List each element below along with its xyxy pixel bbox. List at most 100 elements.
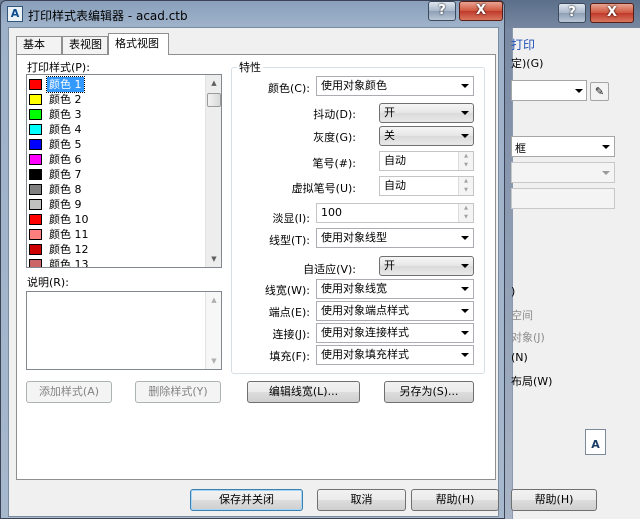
adaptive-select[interactable]: 开 [379,256,474,276]
fill-style-select[interactable]: 使用对象填充样式 [316,345,474,365]
cancel-button[interactable]: 取消 [317,489,406,511]
background-help-button[interactable]: ? [558,3,586,23]
plot-style-label: 颜色 9 [49,198,82,211]
scroll-up-icon[interactable]: ▲ [206,75,221,91]
plot-style-label: 颜色 5 [49,138,82,151]
chevron-down-icon [461,353,469,357]
color-swatch [29,79,42,90]
color-swatch [29,109,42,120]
plot-style-label: 颜色 2 [49,93,82,106]
color-swatch [29,214,42,225]
chevron-down-icon [461,111,469,115]
linetype-label: 线型(T): [268,234,310,247]
add-style-button[interactable]: 添加样式(A) [26,381,112,403]
autocad-app-icon: A [7,6,23,22]
description-textarea[interactable]: ▲ ▼ [26,291,222,370]
background-row1-label: 定)(G) [511,57,544,70]
plot-style-item[interactable]: 颜色 11 [29,227,205,242]
background-dropdown-1[interactable] [511,80,587,101]
save-and-close-button[interactable]: 保存并关闭 [190,489,303,511]
virtual-pen-value: 自动 [384,179,406,192]
background-option-a[interactable]: ) [511,285,515,298]
save-as-button[interactable]: 另存为(S)... [384,381,474,403]
background-dropdown-2[interactable]: 框 [511,136,615,157]
background-option-d[interactable]: (N) [511,351,528,364]
pen-number-value: 自动 [384,154,406,167]
screening-spinner[interactable]: 100 ▲ ▼ [316,203,474,223]
plot-style-item[interactable]: 颜色 3 [29,107,205,122]
plot-style-label: 颜色 4 [49,123,82,136]
plot-style-item[interactable]: 颜色 4 [29,122,205,137]
close-title-button[interactable]: X [459,1,503,21]
scroll-down-icon: ▼ [211,357,217,365]
screening-spin-buttons[interactable]: ▲ ▼ [458,204,473,222]
lineweight-select[interactable]: 使用对象线宽 [316,279,474,299]
plot-style-item[interactable]: 颜色 5 [29,137,205,152]
chevron-down-icon [461,331,469,335]
plot-style-item[interactable]: 颜色 10 [29,212,205,227]
plot-style-item[interactable]: 颜色 6 [29,152,205,167]
chevron-down-icon [461,287,469,291]
pen-number-label: 笔号(#): [312,157,356,170]
line-join-select[interactable]: 使用对象连接样式 [316,323,474,343]
plot-style-item[interactable]: 颜色 9 [29,197,205,212]
help-button[interactable]: 帮助(H) [411,489,499,511]
screening-value: 100 [321,206,342,219]
line-end-select-value: 使用对象端点样式 [321,304,409,317]
plot-style-item[interactable]: 颜色 13 [29,257,205,267]
pencil-edit-icon[interactable]: ✎ [590,82,609,101]
background-option-e[interactable]: 布局(W) [511,373,552,389]
plot-style-item[interactable]: 颜色 1 [29,76,205,93]
dither-select-value: 开 [384,106,395,119]
dither-select[interactable]: 开 [379,103,474,123]
tab-table-view[interactable]: 表视图 [62,36,108,54]
plot-style-item[interactable]: 颜色 8 [29,182,205,197]
chevron-down-icon [461,84,469,88]
virtual-pen-spinner[interactable]: 自动 ▲ ▼ [379,176,474,196]
plot-style-label: 颜色 1 [46,76,85,93]
background-dropdown-2-value: 框 [515,142,526,155]
pen-number-spinner[interactable]: 自动 ▲ ▼ [379,151,474,171]
plot-style-label: 颜色 6 [49,153,82,166]
scroll-down-icon[interactable]: ▼ [206,251,221,267]
color-label: 颜色(C): [268,82,310,95]
plot-styles-scrollbar[interactable]: ▲ ▼ [205,75,221,267]
help-title-button[interactable]: ? [428,1,456,21]
background-close-button[interactable]: X [590,3,634,23]
plot-styles-list[interactable]: 颜色 1 颜色 2 颜色 3 颜色 4 颜色 5 颜色 6 颜色 7 颜色 8 颜色 9 颜色 1… [26,74,222,268]
color-select-value: 使用对象颜色 [321,79,387,92]
description-scrollbar: ▲ ▼ [205,292,221,369]
lineweight-label: 线宽(W): [264,284,310,297]
properties-group-title: 特性 [237,59,263,75]
line-end-label: 端点(E): [268,306,310,319]
color-swatch [29,124,42,135]
tab-form-view[interactable]: 格式视图 [108,33,169,55]
plot-style-item[interactable]: 颜色 7 [29,167,205,182]
background-help-button-bottom[interactable]: 帮助(H) [511,489,597,511]
chevron-down-icon [461,236,469,240]
grayscale-select[interactable]: 关 [379,126,474,146]
plot-style-item[interactable]: 颜色 12 [29,242,205,257]
grayscale-select-value: 关 [384,129,395,142]
color-swatch [29,169,42,180]
plot-style-label: 颜色 11 [49,228,89,241]
background-dialog-client [512,28,640,519]
linetype-select[interactable]: 使用对象线型 [316,228,474,248]
plot-style-item[interactable]: 颜色 2 [29,92,205,107]
color-select[interactable]: 使用对象颜色 [316,76,474,96]
edit-lineweights-button[interactable]: 编辑线宽(L)... [247,381,360,403]
delete-style-button[interactable]: 删除样式(Y) [135,381,221,403]
window-title: 打印样式表编辑器 - acad.ctb [28,9,188,23]
tab-general[interactable]: 基本 [16,36,62,54]
background-plot-link[interactable]: 打印 [511,36,535,53]
scroll-thumb[interactable] [207,93,221,107]
pen-number-spin-buttons[interactable]: ▲ ▼ [458,152,473,170]
fill-style-select-value: 使用对象填充样式 [321,348,409,361]
line-end-select[interactable]: 使用对象端点样式 [316,301,474,321]
color-swatch [29,154,42,165]
lineweight-select-value: 使用对象线宽 [321,282,387,295]
virtual-pen-spin-buttons[interactable]: ▲ ▼ [458,177,473,195]
chevron-down-icon [575,89,583,93]
dither-label: 抖动(D): [313,108,356,121]
description-label: 说明(R): [27,276,69,289]
